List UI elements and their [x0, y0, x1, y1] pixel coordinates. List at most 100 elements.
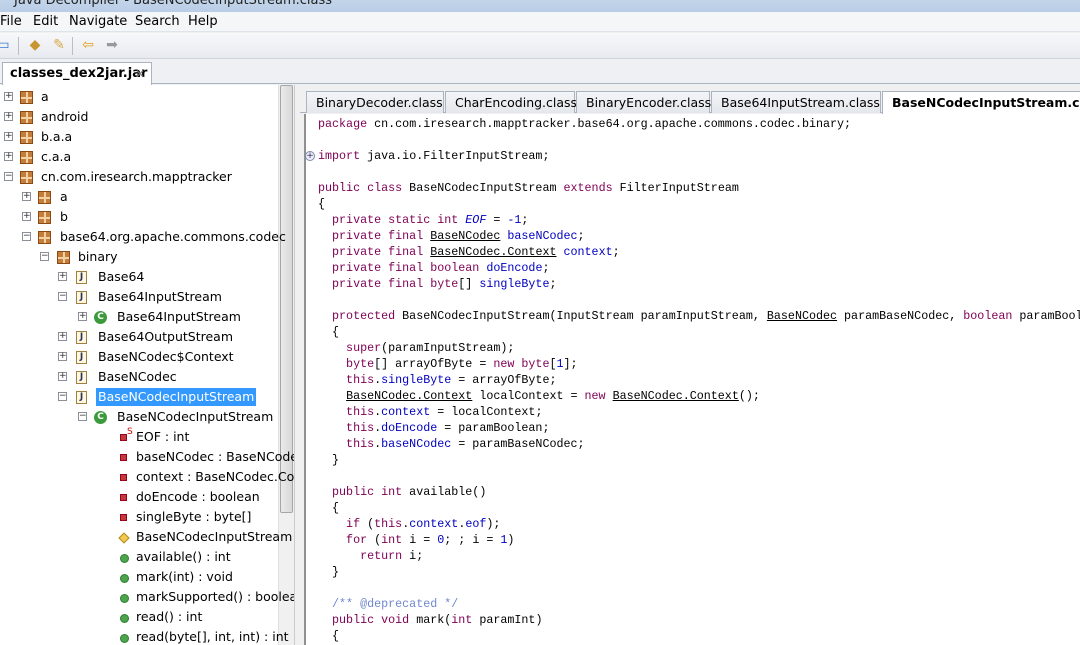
tree-item[interactable]: − cn.com.iresearch.mapptracker	[0, 168, 278, 186]
menu-edit[interactable]: Edit	[33, 14, 58, 29]
code-token: singleByte	[479, 277, 550, 291]
code-token: )	[507, 533, 515, 547]
code-token: int	[451, 613, 473, 627]
code-editor[interactable]: package cn.com.iresearch.mapptracker.bas…	[304, 114, 1080, 645]
collapse-icon[interactable]: −	[58, 392, 67, 401]
tree-item-label: singleByte : byte[]	[136, 509, 252, 524]
java-file-icon: J	[76, 391, 87, 404]
tree-item[interactable]: + android	[0, 108, 278, 126]
expand-icon[interactable]: +	[58, 352, 67, 361]
tree-item[interactable]: available() : int	[0, 548, 278, 566]
tree-item[interactable]: mark(int) : void	[0, 568, 278, 586]
public-method-icon	[120, 634, 129, 643]
editor-tab-label: BaseNCodecInputStream.class	[892, 95, 1080, 110]
expand-icon[interactable]: +	[78, 312, 87, 321]
code-token: ;	[577, 229, 585, 243]
jar-file-tab[interactable]: classes_dex2jar.jar ✕	[2, 62, 152, 85]
collapse-icon[interactable]: −	[40, 252, 49, 261]
code-token: ];	[563, 357, 578, 371]
menu-help[interactable]: Help	[188, 14, 218, 29]
java-file-icon: J	[76, 351, 87, 364]
tree-scrollbar[interactable]	[278, 85, 294, 645]
tree-item[interactable]: + c.a.a	[0, 148, 278, 166]
code-token: baseNCodec	[507, 229, 578, 243]
tree-item[interactable]: singleByte : byte[]	[0, 508, 278, 526]
search-icon[interactable]: ✎	[50, 37, 68, 53]
code-token: private static int	[318, 213, 459, 227]
tree-item[interactable]: markSupported() : boolean	[0, 588, 294, 606]
editor-tab-label: BinaryEncoder.class	[586, 95, 712, 110]
code-line: return i;	[318, 548, 423, 564]
code-token: = arrayOfByte;	[451, 373, 557, 387]
menu-search[interactable]: Search	[135, 14, 180, 29]
expand-icon[interactable]: +	[58, 272, 67, 281]
tree-item-label: a	[60, 189, 68, 204]
java-file-icon: J	[76, 371, 87, 384]
tree-item[interactable]: − J Base64InputStream	[0, 288, 278, 306]
editor-tab-label: CharEncoding.class	[455, 95, 578, 110]
code-token: BaseNCodec.Context	[430, 245, 557, 259]
collapse-icon[interactable]: −	[4, 172, 13, 181]
code-token: public int	[318, 485, 403, 499]
collapse-icon[interactable]: −	[58, 292, 67, 301]
tree-item[interactable]: + b.a.a	[0, 128, 278, 146]
tree-item[interactable]: + J Base64	[0, 268, 278, 286]
tree-item[interactable]: − binary	[0, 248, 278, 266]
collapse-icon[interactable]: −	[22, 232, 31, 241]
code-token: context	[563, 245, 613, 259]
code-token: context	[381, 405, 431, 419]
tree-item[interactable]: BaseNCodecInputStream	[0, 528, 292, 546]
close-icon[interactable]: ✕	[135, 67, 145, 81]
code-line: for (int i = 0; ; i = 1)	[318, 532, 514, 548]
tree-item[interactable]: + J BaseNCodec	[0, 368, 278, 386]
open-folder-icon[interactable]: ▭	[0, 37, 12, 53]
tree-item[interactable]: context : BaseNCodec.Context	[0, 468, 294, 486]
tree-item[interactable]: doEncode : boolean	[0, 488, 278, 506]
editor-tab[interactable]: BinaryDecoder.class	[306, 91, 444, 113]
package-tree[interactable]: + a + android + b.a.a + c.a.a − cn.com.iresearch.…	[0, 85, 295, 645]
tree-item[interactable]: + J Base64OutputStream	[0, 328, 278, 346]
code-token: paramBoolean)	[1019, 309, 1080, 323]
tree-item-label: b.a.a	[41, 129, 73, 144]
tree-item[interactable]: + J BaseNCodec$Context	[0, 348, 278, 366]
tree-item[interactable]: − base64.org.apache.commons.codec	[0, 228, 286, 246]
menu-file[interactable]: File	[0, 14, 22, 29]
editor-tab[interactable]: BaseNCodecInputStream.class	[882, 91, 1080, 114]
expand-icon[interactable]: +	[4, 132, 13, 141]
tree-item[interactable]: + a	[0, 88, 278, 106]
tree-item[interactable]: − J BaseNCodecInputStream	[0, 388, 278, 406]
tree-item[interactable]: + C Base64InputStream	[0, 308, 278, 326]
package-icon	[20, 91, 33, 104]
editor-tab[interactable]: BinaryEncoder.class	[576, 91, 712, 113]
expand-icon[interactable]: +	[58, 332, 67, 341]
expand-icon[interactable]: +	[58, 372, 67, 381]
code-token: = localContext;	[430, 405, 543, 419]
code-token: public void	[318, 613, 410, 627]
tree-item[interactable]: S EOF : int	[0, 427, 278, 446]
expand-imports-icon[interactable]: +	[305, 151, 315, 161]
expand-icon[interactable]: +	[22, 212, 31, 221]
tree-item[interactable]: + a	[0, 188, 278, 206]
tree-item[interactable]: read() : int	[0, 608, 278, 626]
java-file-icon: J	[76, 291, 87, 304]
menu-navigate[interactable]: Navigate	[69, 14, 127, 29]
expand-icon[interactable]: +	[4, 92, 13, 101]
expand-icon[interactable]: +	[4, 152, 13, 161]
code-token: return	[318, 549, 403, 563]
code-token: localContext =	[472, 389, 585, 403]
tree-item-label: BaseNCodec	[98, 369, 177, 384]
tree-item[interactable]: − C BaseNCodecInputStream	[0, 408, 278, 426]
forward-arrow-icon[interactable]: ➡	[103, 37, 121, 53]
editor-tab[interactable]: Base64InputStream.class	[711, 91, 881, 113]
tree-item[interactable]: + b	[0, 208, 278, 226]
expand-icon[interactable]: +	[22, 192, 31, 201]
tree-item[interactable]: baseNCodec : BaseNCodec	[0, 448, 294, 466]
back-arrow-icon[interactable]: ⇦	[79, 37, 97, 53]
editor-tab[interactable]: CharEncoding.class	[445, 91, 578, 113]
code-line: /** @deprecated */	[318, 596, 458, 612]
expand-icon[interactable]: +	[4, 112, 13, 121]
open-type-icon[interactable]: ◆	[26, 37, 44, 53]
code-token: /** @deprecated */	[318, 597, 459, 611]
tree-item[interactable]: read(byte[], int, int) : int	[0, 628, 289, 645]
collapse-icon[interactable]: −	[78, 412, 87, 421]
